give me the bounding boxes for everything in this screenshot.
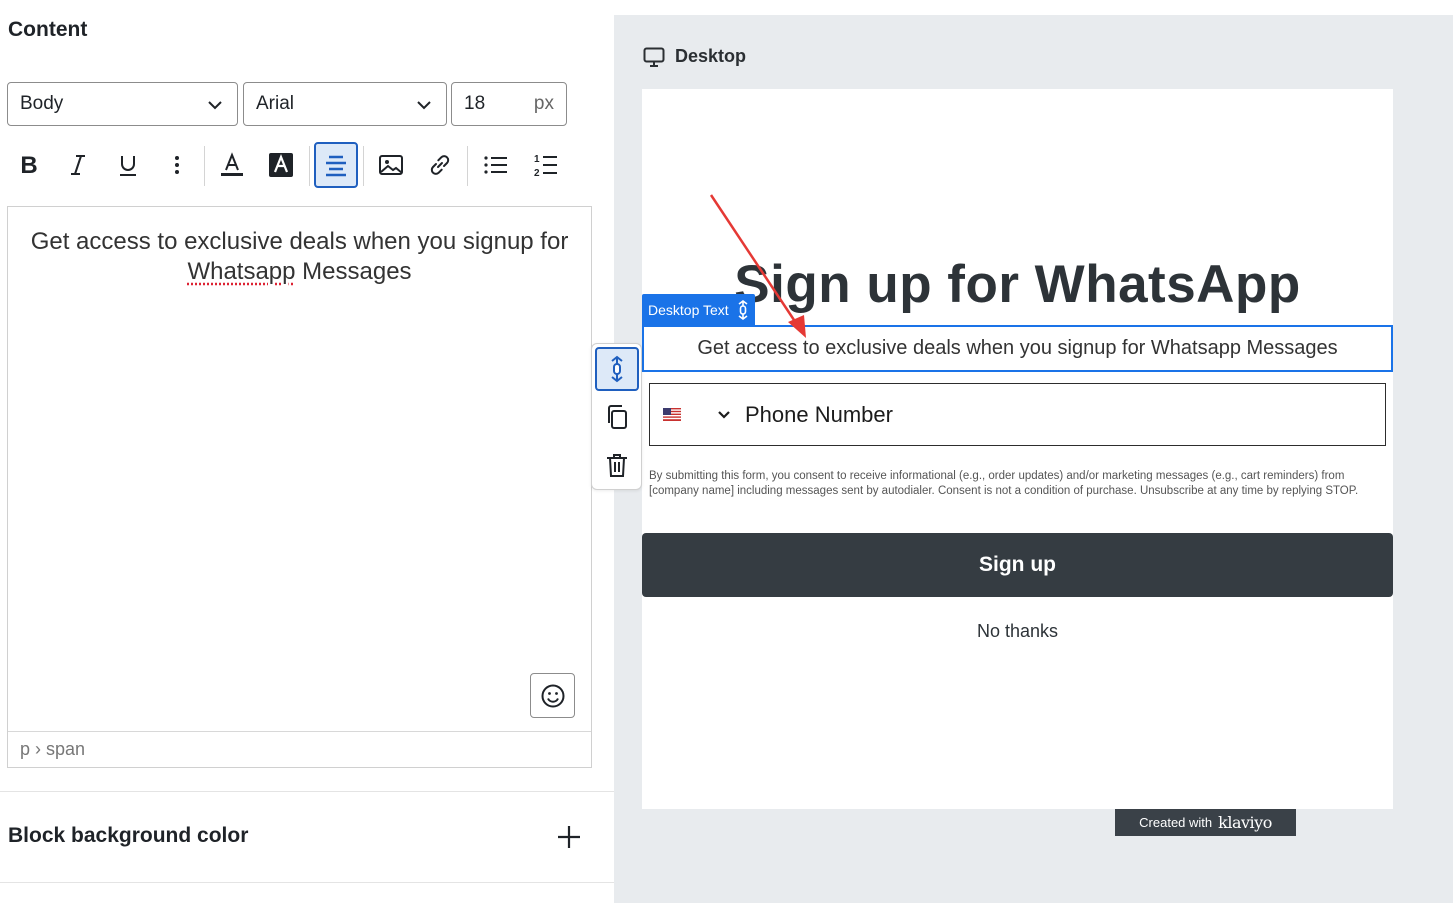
no-thanks-link[interactable]: No thanks [642,621,1393,642]
block-actions-menu [591,343,642,490]
klaviyo-badge[interactable]: Created with klaviyo [1115,809,1296,836]
section-title: Content [8,18,88,41]
svg-text:2: 2 [534,168,540,178]
device-label: Desktop [675,46,747,66]
align-center-icon [326,155,346,177]
font-family-select[interactable]: Arial [243,82,447,126]
preview-topbar [614,0,1453,15]
delete-block-button[interactable] [595,443,639,487]
element-path: p › span [8,731,591,767]
font-size-input[interactable]: 18 px [451,82,567,126]
font-family-value: Arial [256,93,295,114]
drag-handle-icon [738,300,748,320]
text-style-select[interactable]: Body [7,82,238,126]
section-divider [0,791,614,792]
image-icon [379,155,403,175]
drag-handle-icon [611,355,623,383]
created-with-text: Created with [1139,815,1213,830]
more-options-button[interactable] [155,142,199,188]
italic-icon [71,155,85,175]
selected-block-tag-label: Desktop Text [648,302,729,318]
consent-disclaimer: By submitting this form, you consent to … [649,470,1359,497]
text-color-icon [221,152,243,176]
device-indicator: Desktop [643,46,746,67]
selected-text-block[interactable]: Get access to exclusive deals when you s… [642,325,1393,372]
formatting-toolbar: B 12 [0,142,600,190]
block-background-label: Block background color [8,824,249,847]
svg-text:1: 1 [534,154,540,165]
numbered-list-button[interactable]: 12 [524,142,568,188]
trash-icon [607,454,627,477]
chevron-down-icon [208,101,222,110]
italic-button[interactable] [56,142,100,188]
toolbar-divider [467,146,468,186]
signup-form-preview: Sign up for WhatsApp Desktop Text Get ac… [642,89,1393,809]
us-flag-icon [663,408,681,421]
plus-icon [558,826,580,848]
content-editor-panel: Content Body Arial 18 px B 1 2 Get acces… [0,0,614,903]
svg-text:B: B [20,153,37,177]
underline-icon [120,156,136,176]
toolbar-divider [309,146,310,186]
preview-canvas: Desktop Sign up for WhatsApp Desktop Tex… [614,0,1453,903]
signup-button[interactable]: Sign up [642,533,1393,597]
bold-button[interactable]: B [7,142,51,188]
bulleted-list-icon [484,156,507,174]
font-size-value: 18 [464,93,486,114]
chevron-down-icon[interactable] [717,408,731,422]
phone-number-field[interactable]: Phone Number [649,383,1386,446]
misspelled-word: Whatsapp [187,258,296,285]
font-size-unit: px [533,93,554,114]
toolbar-divider [204,146,205,186]
smiley-icon [541,684,564,707]
underline-button[interactable] [106,142,150,188]
bold-icon: B [20,153,37,177]
highlight-color-button[interactable] [259,142,303,188]
bulleted-list-button[interactable] [474,142,518,188]
section-divider [0,882,614,883]
copy-icon [608,405,627,429]
more-vertical-icon [175,156,179,174]
chevron-down-icon [417,101,431,110]
add-background-color-button[interactable] [553,821,585,853]
duplicate-block-button[interactable] [595,395,639,439]
text-color-button[interactable] [210,142,254,188]
rich-text-editor[interactable]: Get access to exclusive deals when you s… [7,206,592,768]
insert-image-button[interactable] [369,142,413,188]
text-style-value: Body [20,93,64,114]
toolbar-divider [363,146,364,186]
emoji-button[interactable] [530,673,575,718]
selected-block-tag[interactable]: Desktop Text [642,294,755,326]
drag-handle-button[interactable] [595,347,639,391]
align-center-button[interactable] [314,142,358,188]
editor-paragraph[interactable]: Get access to exclusive deals when you s… [22,227,577,287]
insert-link-button[interactable] [418,142,462,188]
phone-number-placeholder: Phone Number [745,401,893,427]
klaviyo-logo: klaviyo [1218,813,1272,832]
link-icon [430,155,450,175]
highlight-color-icon [269,153,293,177]
numbered-list-icon: 12 [534,154,557,178]
monitor-icon [643,47,665,67]
